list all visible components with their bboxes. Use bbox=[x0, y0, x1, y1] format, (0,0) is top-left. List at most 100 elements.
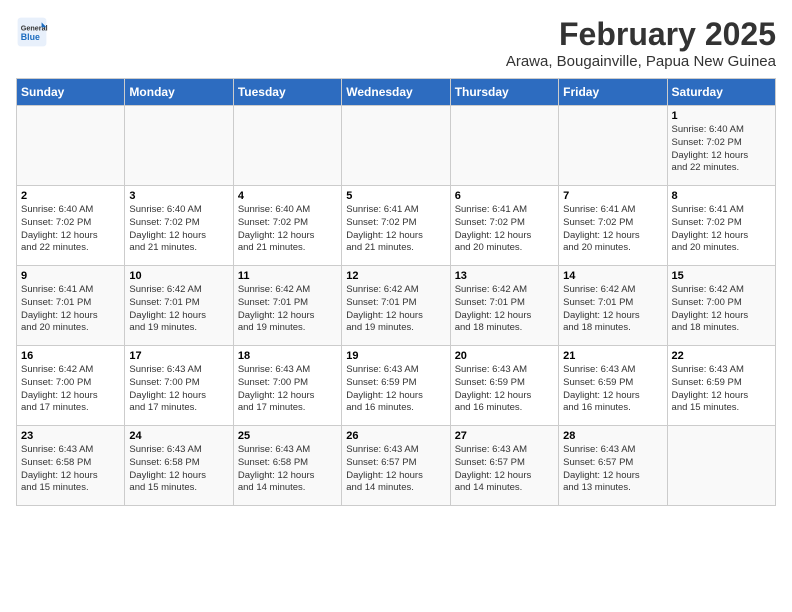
weekday-header: Sunday bbox=[17, 79, 125, 106]
calendar-cell: 27Sunrise: 6:43 AM Sunset: 6:57 PM Dayli… bbox=[450, 426, 558, 506]
calendar-cell: 18Sunrise: 6:43 AM Sunset: 7:00 PM Dayli… bbox=[233, 346, 341, 426]
day-info: Sunrise: 6:41 AM Sunset: 7:02 PM Dayligh… bbox=[672, 204, 771, 255]
day-number: 24 bbox=[129, 430, 228, 442]
day-info: Sunrise: 6:41 AM Sunset: 7:01 PM Dayligh… bbox=[21, 284, 120, 335]
day-info: Sunrise: 6:43 AM Sunset: 6:58 PM Dayligh… bbox=[129, 444, 228, 495]
calendar-cell: 8 Sunrise: 6:41 AM Sunset: 7:02 PM Daylig… bbox=[667, 186, 775, 266]
calendar-week-row: 16 Sunrise: 6:42 AM Sunset: 7:00 PM Dayli… bbox=[17, 346, 776, 426]
day-info: Sunrise: 6:40 AM Sunset: 7:02 PM Dayligh… bbox=[672, 124, 771, 175]
day-info: Sunrise: 6:42 AM Sunset: 7:01 PM Dayligh… bbox=[346, 284, 445, 335]
calendar-week-row: 23 Sunrise: 6:43 AM Sunset: 6:58 PM Dayli… bbox=[17, 426, 776, 506]
day-info: Sunrise: 6:43 AM Sunset: 6:57 PM Dayligh… bbox=[563, 444, 662, 495]
day-info: Sunrise: 6:42 AM Sunset: 7:01 PM Dayligh… bbox=[238, 284, 337, 335]
day-info: Sunrise: 6:42 AM Sunset: 7:00 PM Dayligh… bbox=[672, 284, 771, 335]
day-number: 10 bbox=[129, 270, 228, 282]
calendar-cell bbox=[125, 106, 233, 186]
day-info: Sunrise: 6:40 AM Sunset: 7:02 PM Dayligh… bbox=[238, 204, 337, 255]
day-number: 6 bbox=[455, 190, 554, 202]
calendar-cell bbox=[233, 106, 341, 186]
weekday-header: Friday bbox=[559, 79, 667, 106]
calendar-cell: 19 Sunrise: 6:43 AM Sunset: 6:59 PM Dayli… bbox=[342, 346, 450, 426]
day-number: 3 bbox=[129, 190, 228, 202]
day-info: Sunrise: 6:42 AM Sunset: 7:00 PM Dayligh… bbox=[21, 364, 120, 415]
main-title: February 2025 bbox=[506, 16, 776, 53]
svg-text:Blue: Blue bbox=[21, 32, 40, 42]
day-number: 7 bbox=[563, 190, 662, 202]
calendar-table: SundayMondayTuesdayWednesdayThursdayFrid… bbox=[16, 78, 776, 506]
day-info: Sunrise: 6:43 AM Sunset: 6:59 PM Dayligh… bbox=[346, 364, 445, 415]
weekday-header: Thursday bbox=[450, 79, 558, 106]
day-number: 2 bbox=[21, 190, 120, 202]
calendar-cell: 10Sunrise: 6:42 AM Sunset: 7:01 PM Dayli… bbox=[125, 266, 233, 346]
calendar-cell: 17 Sunrise: 6:43 AM Sunset: 7:00 PM Dayli… bbox=[125, 346, 233, 426]
header: General Blue February 2025 Arawa, Bougai… bbox=[16, 16, 776, 70]
day-info: Sunrise: 6:43 AM Sunset: 7:00 PM Dayligh… bbox=[129, 364, 228, 415]
calendar-cell: 5 Sunrise: 6:41 AM Sunset: 7:02 PM Daylig… bbox=[342, 186, 450, 266]
calendar-cell: 16 Sunrise: 6:42 AM Sunset: 7:00 PM Dayli… bbox=[17, 346, 125, 426]
calendar-cell: 4 Sunrise: 6:40 AM Sunset: 7:02 PM Daylig… bbox=[233, 186, 341, 266]
day-number: 28 bbox=[563, 430, 662, 442]
day-info: Sunrise: 6:42 AM Sunset: 7:01 PM Dayligh… bbox=[563, 284, 662, 335]
calendar-cell: 20 Sunrise: 6:43 AM Sunset: 6:59 PM Dayli… bbox=[450, 346, 558, 426]
calendar-cell: 14 Sunrise: 6:42 AM Sunset: 7:01 PM Dayli… bbox=[559, 266, 667, 346]
calendar-cell: 24 Sunrise: 6:43 AM Sunset: 6:58 PM Dayli… bbox=[125, 426, 233, 506]
calendar-cell: 6 Sunrise: 6:41 AM Sunset: 7:02 PM Daylig… bbox=[450, 186, 558, 266]
day-number: 23 bbox=[21, 430, 120, 442]
day-info: Sunrise: 6:43 AM Sunset: 6:57 PM Dayligh… bbox=[346, 444, 445, 495]
day-number: 15 bbox=[672, 270, 771, 282]
day-number: 5 bbox=[346, 190, 445, 202]
day-info: Sunrise: 6:41 AM Sunset: 7:02 PM Dayligh… bbox=[563, 204, 662, 255]
day-info: Sunrise: 6:43 AM Sunset: 6:59 PM Dayligh… bbox=[672, 364, 771, 415]
day-info: Sunrise: 6:40 AM Sunset: 7:02 PM Dayligh… bbox=[129, 204, 228, 255]
calendar-cell: 23 Sunrise: 6:43 AM Sunset: 6:58 PM Dayli… bbox=[17, 426, 125, 506]
calendar-cell: 11Sunrise: 6:42 AM Sunset: 7:01 PM Dayli… bbox=[233, 266, 341, 346]
day-number: 17 bbox=[129, 350, 228, 362]
day-number: 1 bbox=[672, 110, 771, 122]
calendar-cell bbox=[17, 106, 125, 186]
calendar-cell: 9 Sunrise: 6:41 AM Sunset: 7:01 PM Daylig… bbox=[17, 266, 125, 346]
calendar-cell: 21 Sunrise: 6:43 AM Sunset: 6:59 PM Dayli… bbox=[559, 346, 667, 426]
day-number: 14 bbox=[563, 270, 662, 282]
calendar-cell: 1 Sunrise: 6:40 AM Sunset: 7:02 PM Daylig… bbox=[667, 106, 775, 186]
logo-icon: General Blue bbox=[16, 16, 48, 48]
day-number: 4 bbox=[238, 190, 337, 202]
day-info: Sunrise: 6:43 AM Sunset: 6:58 PM Dayligh… bbox=[238, 444, 337, 495]
day-number: 25 bbox=[238, 430, 337, 442]
day-info: Sunrise: 6:43 AM Sunset: 7:00 PM Dayligh… bbox=[238, 364, 337, 415]
day-info: Sunrise: 6:40 AM Sunset: 7:02 PM Dayligh… bbox=[21, 204, 120, 255]
day-info: Sunrise: 6:43 AM Sunset: 6:59 PM Dayligh… bbox=[563, 364, 662, 415]
calendar-cell: 25 Sunrise: 6:43 AM Sunset: 6:58 PM Dayli… bbox=[233, 426, 341, 506]
day-info: Sunrise: 6:43 AM Sunset: 6:58 PM Dayligh… bbox=[21, 444, 120, 495]
logo: General Blue bbox=[16, 16, 48, 48]
calendar-cell bbox=[667, 426, 775, 506]
calendar-cell bbox=[450, 106, 558, 186]
day-info: Sunrise: 6:42 AM Sunset: 7:01 PM Dayligh… bbox=[455, 284, 554, 335]
title-area: February 2025 Arawa, Bougainville, Papua… bbox=[506, 16, 776, 70]
day-number: 26 bbox=[346, 430, 445, 442]
weekday-header: Wednesday bbox=[342, 79, 450, 106]
calendar-cell: 13 Sunrise: 6:42 AM Sunset: 7:01 PM Dayli… bbox=[450, 266, 558, 346]
day-number: 20 bbox=[455, 350, 554, 362]
day-number: 22 bbox=[672, 350, 771, 362]
day-number: 9 bbox=[21, 270, 120, 282]
day-number: 13 bbox=[455, 270, 554, 282]
day-number: 8 bbox=[672, 190, 771, 202]
weekday-header: Saturday bbox=[667, 79, 775, 106]
subtitle: Arawa, Bougainville, Papua New Guinea bbox=[506, 53, 776, 70]
calendar-cell bbox=[559, 106, 667, 186]
day-info: Sunrise: 6:41 AM Sunset: 7:02 PM Dayligh… bbox=[346, 204, 445, 255]
calendar-cell bbox=[342, 106, 450, 186]
day-info: Sunrise: 6:41 AM Sunset: 7:02 PM Dayligh… bbox=[455, 204, 554, 255]
weekday-header: Monday bbox=[125, 79, 233, 106]
header-row: SundayMondayTuesdayWednesdayThursdayFrid… bbox=[17, 79, 776, 106]
calendar-week-row: 9 Sunrise: 6:41 AM Sunset: 7:01 PM Daylig… bbox=[17, 266, 776, 346]
calendar-cell: 12Sunrise: 6:42 AM Sunset: 7:01 PM Dayli… bbox=[342, 266, 450, 346]
calendar-cell: 7 Sunrise: 6:41 AM Sunset: 7:02 PM Daylig… bbox=[559, 186, 667, 266]
calendar-week-row: 1 Sunrise: 6:40 AM Sunset: 7:02 PM Daylig… bbox=[17, 106, 776, 186]
day-number: 19 bbox=[346, 350, 445, 362]
calendar-cell: 28 Sunrise: 6:43 AM Sunset: 6:57 PM Dayli… bbox=[559, 426, 667, 506]
day-number: 16 bbox=[21, 350, 120, 362]
day-number: 21 bbox=[563, 350, 662, 362]
day-info: Sunrise: 6:43 AM Sunset: 6:59 PM Dayligh… bbox=[455, 364, 554, 415]
calendar-cell: 2 Sunrise: 6:40 AM Sunset: 7:02 PM Daylig… bbox=[17, 186, 125, 266]
